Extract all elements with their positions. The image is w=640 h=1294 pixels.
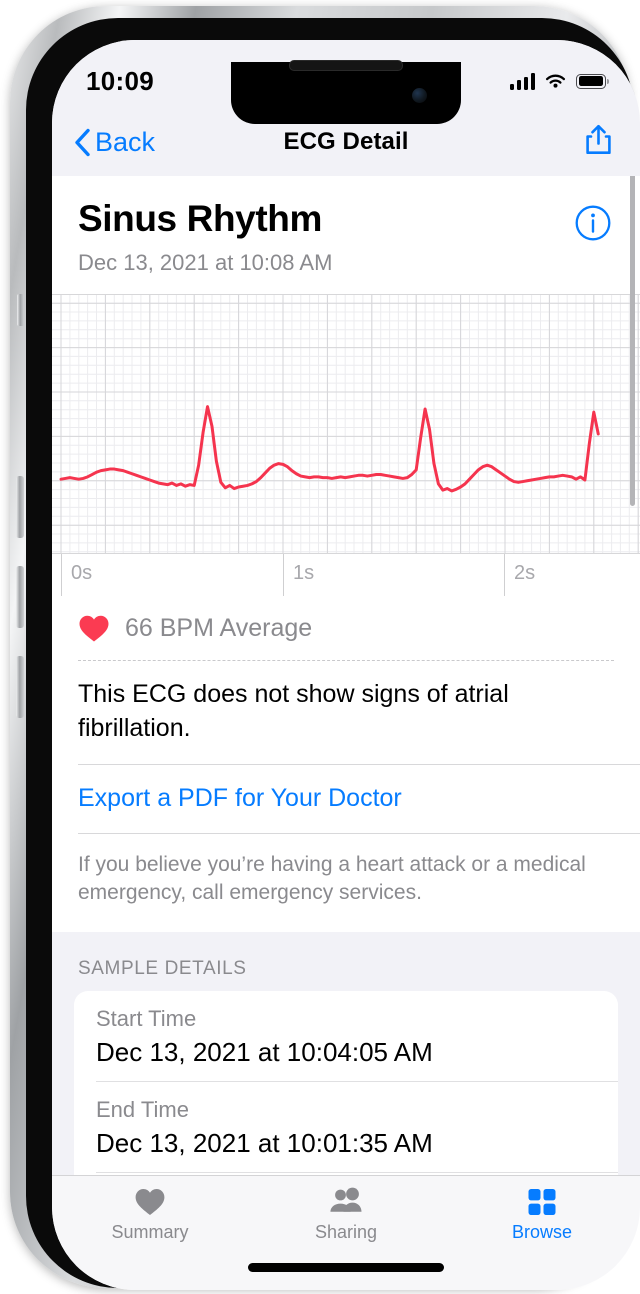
bpm-average-label: 66 BPM Average xyxy=(125,613,313,642)
status-time: 10:09 xyxy=(86,65,154,96)
sample-details-section: SAMPLE DETAILS Start Time Dec 13, 2021 a… xyxy=(52,931,640,1176)
info-button[interactable] xyxy=(574,204,612,247)
ecg-classification-title: Sinus Rhythm xyxy=(78,198,322,239)
cellular-signal-icon xyxy=(509,72,535,90)
tab-browse[interactable]: Browse xyxy=(444,1176,640,1254)
tab-label: Sharing xyxy=(314,1222,378,1242)
grid-icon xyxy=(528,1189,556,1215)
ecg-header: Sinus Rhythm Dec 13, 2021 at 10:08 AM xyxy=(52,176,640,276)
info-circle-icon xyxy=(575,205,611,241)
detail-value: Dec 13, 2021 at 10:04:05 AM xyxy=(96,1036,433,1067)
tab-label: Browse xyxy=(511,1222,573,1242)
share-button[interactable] xyxy=(583,123,614,162)
volume-extra-button[interactable] xyxy=(16,656,24,718)
heart-icon xyxy=(135,1189,165,1215)
tab-bar: Summary Sharing Browse xyxy=(52,1175,640,1290)
phone-screen: 10:09 Back ECG Detail Sinus Rhythm Dec 1… xyxy=(52,40,640,1290)
wifi-icon xyxy=(545,74,566,88)
tab-label: Summary xyxy=(111,1222,189,1242)
emergency-disclaimer: If you believe you’re having a heart att… xyxy=(78,853,586,905)
axis-tick-0s: 0s xyxy=(71,562,93,584)
tab-sharing[interactable]: Sharing xyxy=(248,1176,444,1254)
notch xyxy=(231,60,461,124)
screenshot-root: 10:09 Back ECG Detail Sinus Rhythm Dec 1… xyxy=(0,0,640,1294)
ecg-timestamp: Dec 13, 2021 at 10:08 AM xyxy=(78,250,333,275)
battery-full-icon xyxy=(576,73,610,89)
export-pdf-link[interactable]: Export a PDF for Your Doctor xyxy=(52,765,640,833)
share-icon xyxy=(586,124,611,154)
earpiece-speaker-icon xyxy=(289,60,403,71)
bpm-row: 66 BPM Average xyxy=(52,596,640,660)
sample-details-card: Start Time Dec 13, 2021 at 10:04:05 AM E… xyxy=(74,990,618,1176)
detail-label: Start Time xyxy=(96,1005,197,1031)
axis-tick-2s: 2s xyxy=(514,562,536,584)
volume-up-button[interactable] xyxy=(16,566,24,628)
sample-details-heading: SAMPLE DETAILS xyxy=(78,957,247,979)
heart-icon xyxy=(79,615,109,641)
ecg-chart[interactable]: 0s 1s 2s xyxy=(52,294,640,596)
ecg-chart-axis: 0s 1s 2s xyxy=(52,554,640,596)
detail-row-start-time[interactable]: Start Time Dec 13, 2021 at 10:04:05 AM xyxy=(74,991,618,1081)
axis-tick-1s: 1s xyxy=(293,562,315,584)
tab-summary[interactable]: Summary xyxy=(52,1176,248,1254)
ecg-chart-plot xyxy=(52,294,640,554)
page-title: ECG Detail xyxy=(283,128,409,155)
status-indicators xyxy=(509,72,610,90)
front-camera-icon xyxy=(412,88,427,103)
scroll-content[interactable]: Sinus Rhythm Dec 13, 2021 at 10:08 AM 0s… xyxy=(52,176,640,1176)
ecg-result-text: This ECG does not show signs of atrial f… xyxy=(78,680,509,742)
volume-down-button[interactable] xyxy=(16,476,24,538)
detail-row-end-time[interactable]: End Time Dec 13, 2021 at 10:01:35 AM xyxy=(74,1082,618,1172)
mute-switch[interactable] xyxy=(17,294,24,326)
people-icon xyxy=(330,1187,362,1212)
phone-frame: 10:09 Back ECG Detail Sinus Rhythm Dec 1… xyxy=(10,6,640,1290)
home-indicator[interactable] xyxy=(248,1263,444,1272)
ecg-waveform-svg xyxy=(52,295,640,553)
detail-label: End Time xyxy=(96,1096,189,1122)
detail-value: Dec 13, 2021 at 10:01:35 AM xyxy=(96,1127,433,1158)
phone-bezel: 10:09 Back ECG Detail Sinus Rhythm Dec 1… xyxy=(26,18,640,1290)
